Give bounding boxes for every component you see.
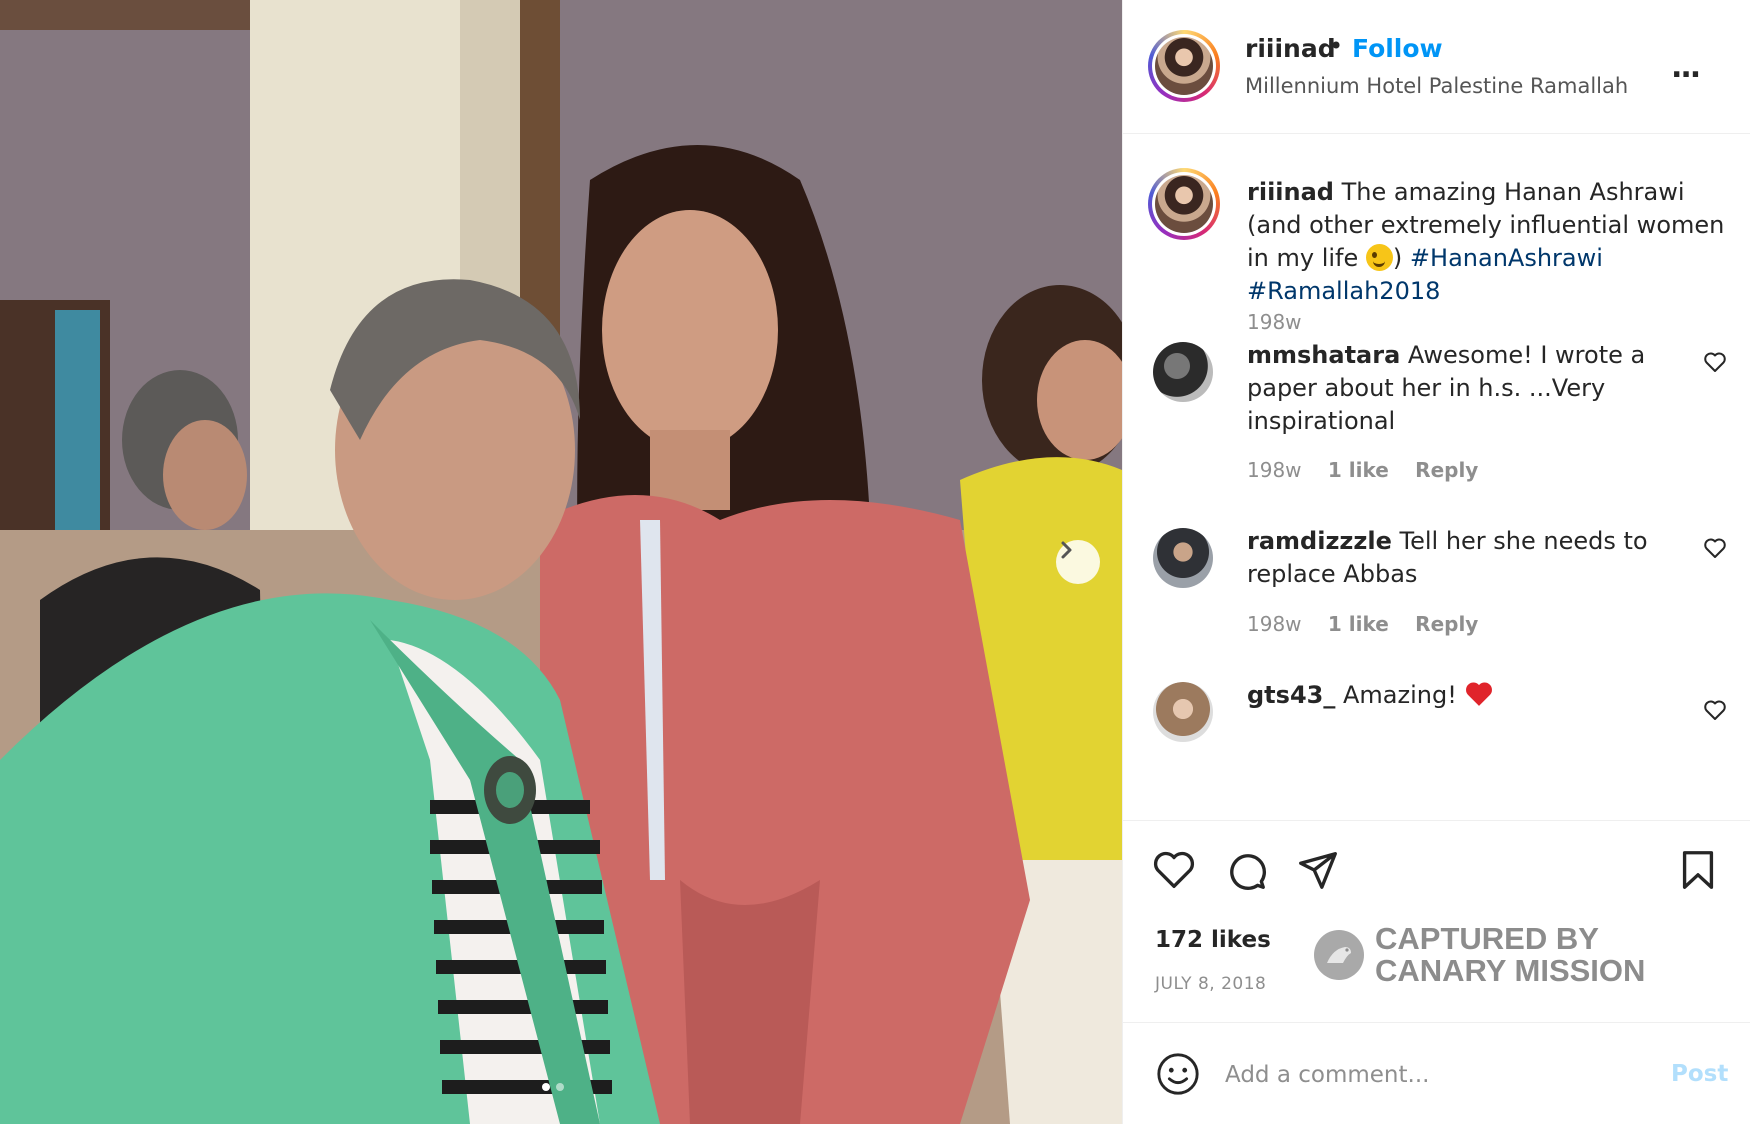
post-actions: 172 likes JULY 8, 2018 CAPTURED BY CANAR… xyxy=(1123,820,1750,1021)
follow-button[interactable]: Follow xyxy=(1352,34,1443,63)
post-location[interactable]: Millennium Hotel Palestine Ramallah xyxy=(1245,74,1628,98)
comments-list[interactable]: riiinad The amazing Hanan Ashrawi (and o… xyxy=(1123,134,1750,819)
caption-text: riiinad The amazing Hanan Ashrawi (and o… xyxy=(1247,176,1727,308)
post-side-panel: riiinad • Follow Millennium Hotel Palest… xyxy=(1122,0,1750,1124)
emoji-icon[interactable] xyxy=(1155,1051,1201,1097)
caption-time[interactable]: 198w xyxy=(1247,310,1302,334)
post-header: riiinad • Follow Millennium Hotel Palest… xyxy=(1123,0,1750,134)
post-photo[interactable] xyxy=(0,0,1122,1124)
carousel-dot-active xyxy=(542,1083,550,1091)
watermark-line1: CAPTURED BY xyxy=(1375,921,1599,956)
add-comment-bar: Post xyxy=(1123,1022,1750,1125)
heart-icon[interactable] xyxy=(1151,847,1197,893)
comment-heart-icon[interactable] xyxy=(1703,350,1727,374)
canary-mission-watermark: CAPTURED BY CANARY MISSION xyxy=(1313,923,1645,987)
commenter-username[interactable]: mmshatara xyxy=(1247,341,1400,369)
winking-face-emoji-icon xyxy=(1365,244,1393,271)
watermark-text: CAPTURED BY CANARY MISSION xyxy=(1375,923,1645,987)
comment-text: mmshatara Awesome! I wrote a paper about… xyxy=(1247,339,1667,438)
author-avatar[interactable] xyxy=(1148,30,1220,102)
share-icon[interactable] xyxy=(1295,847,1341,893)
photo-illustration xyxy=(0,0,1122,1124)
hashtag-link[interactable]: #Ramallah2018 xyxy=(1247,277,1440,305)
more-icon[interactable]: ... xyxy=(1671,50,1701,85)
comment-body: Amazing! xyxy=(1342,681,1457,709)
comment-text: gts43_ Amazing! xyxy=(1247,679,1667,712)
caption-body-end: ) xyxy=(1392,244,1403,272)
author-username[interactable]: riiinad xyxy=(1245,34,1336,63)
comment-likes[interactable]: 1 like xyxy=(1328,458,1389,482)
commenter-username[interactable]: ramdizzzle xyxy=(1247,527,1392,555)
next-photo-button[interactable] xyxy=(1056,540,1100,584)
red-heart-emoji-icon xyxy=(1466,682,1493,706)
canary-logo-icon xyxy=(1314,930,1364,980)
comment-time[interactable]: 198w xyxy=(1247,458,1302,482)
comment-heart-icon[interactable] xyxy=(1703,536,1727,560)
commenter-avatar[interactable] xyxy=(1153,528,1213,588)
likes-count[interactable]: 172 likes xyxy=(1155,927,1271,953)
carousel-dot xyxy=(556,1083,564,1091)
comment-heart-icon[interactable] xyxy=(1703,698,1727,722)
header-separator: • xyxy=(1329,32,1344,60)
reply-button[interactable]: Reply xyxy=(1415,458,1478,482)
post-date: JULY 8, 2018 xyxy=(1155,974,1267,994)
comment-time[interactable]: 198w xyxy=(1247,612,1302,636)
comment-meta: 198w 1 like Reply xyxy=(1247,458,1498,482)
post-comment-button[interactable]: Post xyxy=(1671,1061,1728,1087)
comment-text: ramdizzzle Tell her she needs to replace… xyxy=(1247,525,1667,591)
caption-avatar[interactable] xyxy=(1148,168,1220,240)
commenter-username[interactable]: gts43_ xyxy=(1247,681,1335,709)
next-arrow-icon xyxy=(1061,541,1072,559)
watermark-line2: CANARY MISSION xyxy=(1375,953,1646,988)
commenter-avatar[interactable] xyxy=(1153,682,1213,742)
reply-button[interactable]: Reply xyxy=(1415,612,1478,636)
bookmark-icon[interactable] xyxy=(1675,847,1721,893)
hashtag-link[interactable]: #HananAshrawi xyxy=(1410,244,1603,272)
commenter-avatar[interactable] xyxy=(1153,342,1213,402)
carousel-dots xyxy=(542,1083,564,1091)
comment-input[interactable] xyxy=(1223,1055,1607,1095)
comment-icon[interactable] xyxy=(1223,847,1269,893)
caption-username[interactable]: riiinad xyxy=(1247,178,1334,206)
comment-likes[interactable]: 1 like xyxy=(1328,612,1389,636)
comment-meta: 198w 1 like Reply xyxy=(1247,612,1498,636)
